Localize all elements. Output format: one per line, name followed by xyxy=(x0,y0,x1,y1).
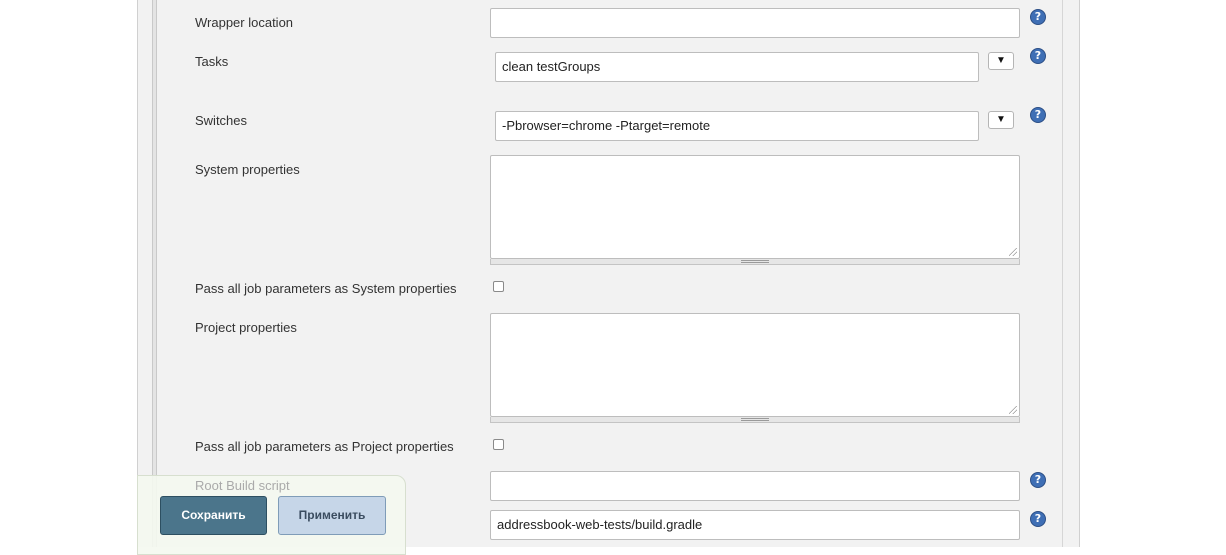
tasks-input[interactable]: clean testGroups xyxy=(495,52,979,82)
drag-handle-icon xyxy=(741,418,769,421)
resize-grip-icon[interactable] xyxy=(1009,406,1017,414)
wrapper-location-input[interactable] xyxy=(490,8,1020,38)
tasks-expand-button[interactable]: ▼ xyxy=(988,52,1014,70)
tasks-label: Tasks xyxy=(195,54,229,69)
project-properties-label: Project properties xyxy=(195,320,297,335)
pass-system-properties-label: Pass all job parameters as System proper… xyxy=(195,281,457,296)
pass-system-properties-checkbox[interactable] xyxy=(493,281,504,292)
root-build-script-label: Root Build script xyxy=(195,478,290,493)
root-build-script-input[interactable] xyxy=(490,471,1020,501)
apply-button[interactable]: Применить xyxy=(278,496,386,535)
project-properties-textarea[interactable] xyxy=(490,313,1020,417)
section-divider xyxy=(1062,0,1063,547)
switches-label: Switches xyxy=(195,113,248,128)
build-file-input[interactable]: addressbook-web-tests/build.gradle xyxy=(490,510,1020,540)
resize-grip-icon[interactable] xyxy=(1009,248,1017,256)
system-properties-label: System properties xyxy=(195,162,300,177)
help-icon[interactable]: ? xyxy=(1030,511,1046,527)
system-properties-resize-bar[interactable] xyxy=(490,259,1020,265)
help-icon[interactable]: ? xyxy=(1030,107,1046,123)
pass-project-properties-checkbox[interactable] xyxy=(493,439,504,450)
wrapper-location-label: Wrapper location xyxy=(195,15,294,30)
pass-project-properties-label: Pass all job parameters as Project prope… xyxy=(195,439,454,454)
help-icon[interactable]: ? xyxy=(1030,9,1046,25)
section-indent-rail xyxy=(152,0,157,547)
switches-expand-button[interactable]: ▼ xyxy=(988,111,1014,129)
switches-input[interactable]: -Pbrowser=chrome -Ptarget=remote xyxy=(495,111,979,141)
project-properties-resize-bar[interactable] xyxy=(490,417,1020,423)
help-icon[interactable]: ? xyxy=(1030,48,1046,64)
config-panel xyxy=(137,0,1080,547)
drag-handle-icon xyxy=(741,260,769,263)
help-icon[interactable]: ? xyxy=(1030,472,1046,488)
save-button[interactable]: Сохранить xyxy=(160,496,267,535)
system-properties-textarea[interactable] xyxy=(490,155,1020,259)
